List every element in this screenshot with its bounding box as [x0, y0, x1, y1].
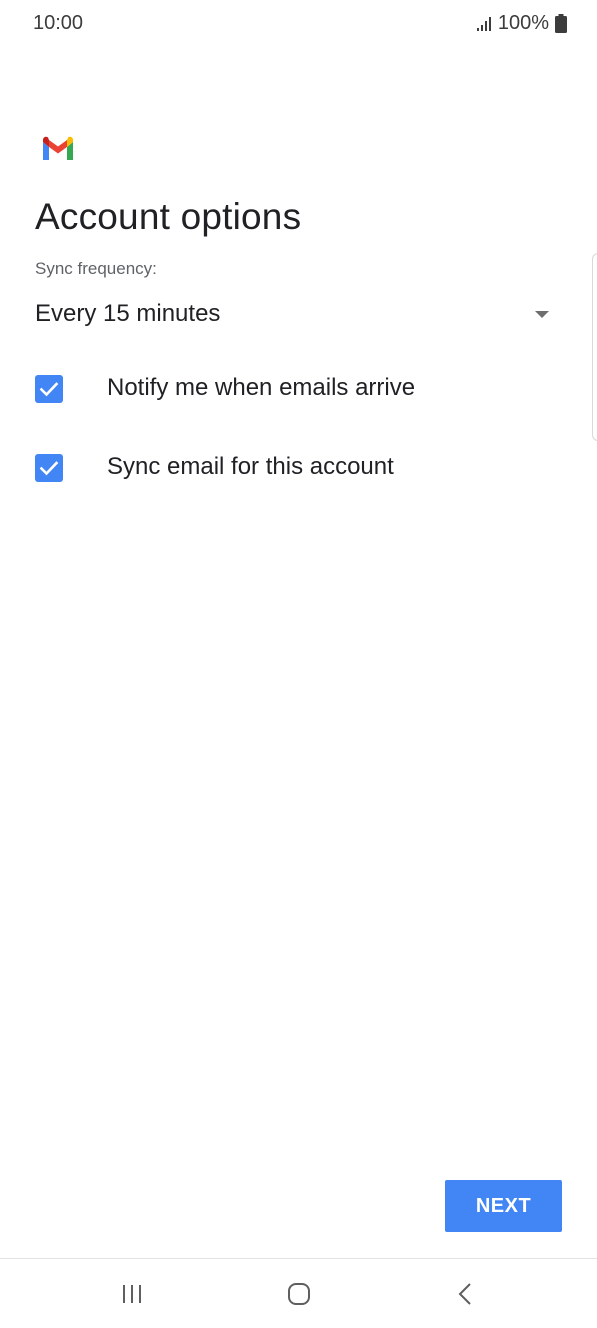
recents-icon	[123, 1285, 141, 1303]
back-icon	[458, 1283, 471, 1305]
home-icon	[288, 1283, 310, 1305]
edge-panel-handle[interactable]	[592, 253, 597, 441]
notify-option-label: Notify me when emails arrive	[107, 374, 416, 401]
recents-button[interactable]	[92, 1259, 172, 1328]
sync-frequency-dropdown[interactable]: Every 15 minutes	[35, 296, 550, 336]
navigation-bar	[0, 1258, 597, 1328]
next-button[interactable]: NEXT	[445, 1180, 562, 1232]
back-button[interactable]	[426, 1259, 506, 1328]
status-indicators: 100%	[476, 12, 567, 35]
status-bar: 10:00 100%	[0, 0, 597, 46]
home-button[interactable]	[259, 1259, 339, 1328]
sync-option-label: Sync email for this account	[107, 453, 394, 480]
gmail-logo	[43, 136, 73, 160]
checkmark-icon	[39, 382, 59, 397]
sync-frequency-label: Sync frequency:	[35, 259, 157, 278]
sync-checkbox[interactable]	[35, 454, 63, 482]
notify-option-row[interactable]: Notify me when emails arrive	[35, 364, 555, 414]
battery-percent: 100%	[497, 12, 549, 34]
account-options-screen: 10:00 100% Account options Sync frequenc…	[0, 0, 597, 1328]
signal-icon	[476, 16, 491, 31]
status-time: 10:00	[33, 12, 84, 34]
page-title: Account options	[35, 196, 302, 237]
battery-icon	[555, 14, 567, 33]
dropdown-arrow-icon	[535, 311, 549, 318]
checkmark-icon	[39, 461, 59, 476]
sync-frequency-value: Every 15 minutes	[35, 300, 221, 327]
notify-checkbox[interactable]	[35, 375, 63, 403]
sync-option-row[interactable]: Sync email for this account	[35, 443, 555, 493]
